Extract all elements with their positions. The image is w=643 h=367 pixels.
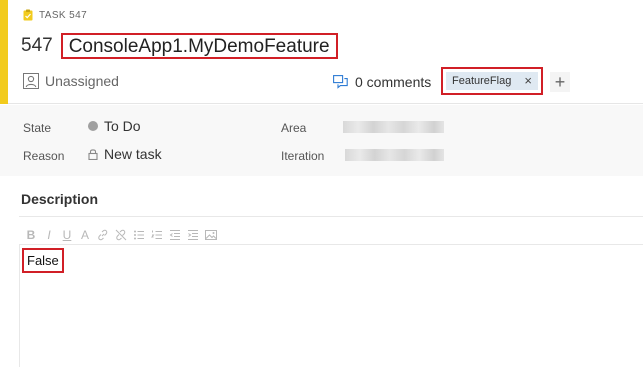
numbered-list-icon (151, 230, 162, 239)
numbered-list-button[interactable] (150, 228, 164, 242)
description-heading: Description (21, 191, 99, 207)
work-item-type: TASK 547 (23, 7, 87, 23)
bulleted-list-button[interactable] (132, 228, 146, 242)
state-value: To Do (104, 118, 141, 134)
comments-count: 0 comments (355, 74, 432, 90)
assigned-to-label: Unassigned (45, 73, 119, 89)
add-tag-button[interactable]: + (550, 72, 570, 92)
iteration-value-redacted[interactable] (345, 149, 444, 161)
state-dot-icon (88, 121, 98, 131)
insert-image-button[interactable] (204, 228, 218, 242)
work-item-type-label: TASK 547 (39, 9, 88, 21)
remove-link-button[interactable] (114, 228, 128, 242)
clipboard-icon (23, 9, 33, 21)
reason-value: New task (104, 146, 162, 162)
work-item-title[interactable]: ConsoleApp1.MyDemoFeature (60, 33, 338, 59)
bold-button[interactable]: B (24, 228, 38, 242)
reason-label: Reason (23, 149, 65, 163)
underline-button[interactable]: U (60, 228, 74, 242)
decrease-indent-button[interactable] (168, 228, 182, 242)
description-value: False (22, 248, 64, 273)
work-item-type-color-bar (0, 0, 8, 104)
lock-icon (88, 149, 98, 160)
insert-link-button[interactable] (96, 228, 110, 242)
state-label: State (23, 121, 52, 135)
details-fields: State To Do Reason New task Area Iterati… (0, 105, 643, 176)
area-label: Area (281, 121, 307, 135)
bullet-list-icon (134, 230, 144, 240)
rich-text-toolbar: B I U A (24, 227, 218, 243)
description-divider (19, 216, 643, 217)
tag-chip[interactable]: FeatureFlag × (446, 72, 538, 90)
tags-area: FeatureFlag × (441, 67, 543, 95)
italic-button[interactable]: I (42, 228, 56, 242)
state-field[interactable]: To Do (88, 118, 141, 134)
comments-link[interactable]: 0 comments (333, 72, 431, 92)
assigned-to[interactable]: Unassigned (23, 71, 119, 91)
tag-label: FeatureFlag (452, 75, 512, 87)
work-item-header: TASK 547 547 ConsoleApp1.MyDemoFeature U… (0, 0, 643, 104)
reason-field: New task (88, 146, 162, 162)
close-icon[interactable]: × (524, 74, 532, 87)
highlight-button[interactable]: A (78, 228, 92, 242)
comment-icon (333, 75, 348, 89)
description-editor[interactable]: False (19, 244, 643, 367)
unassigned-user-icon (23, 73, 39, 89)
work-item-id: 547 (21, 35, 53, 56)
image-icon (205, 230, 217, 240)
iteration-label: Iteration (281, 149, 325, 163)
area-value-redacted[interactable] (343, 121, 444, 133)
increase-indent-button[interactable] (186, 228, 200, 242)
outdent-icon (169, 230, 180, 240)
unlink-icon (115, 229, 127, 241)
link-icon (98, 229, 108, 241)
title-row: 547 ConsoleApp1.MyDemoFeature (21, 33, 338, 59)
indent-icon (188, 230, 198, 240)
